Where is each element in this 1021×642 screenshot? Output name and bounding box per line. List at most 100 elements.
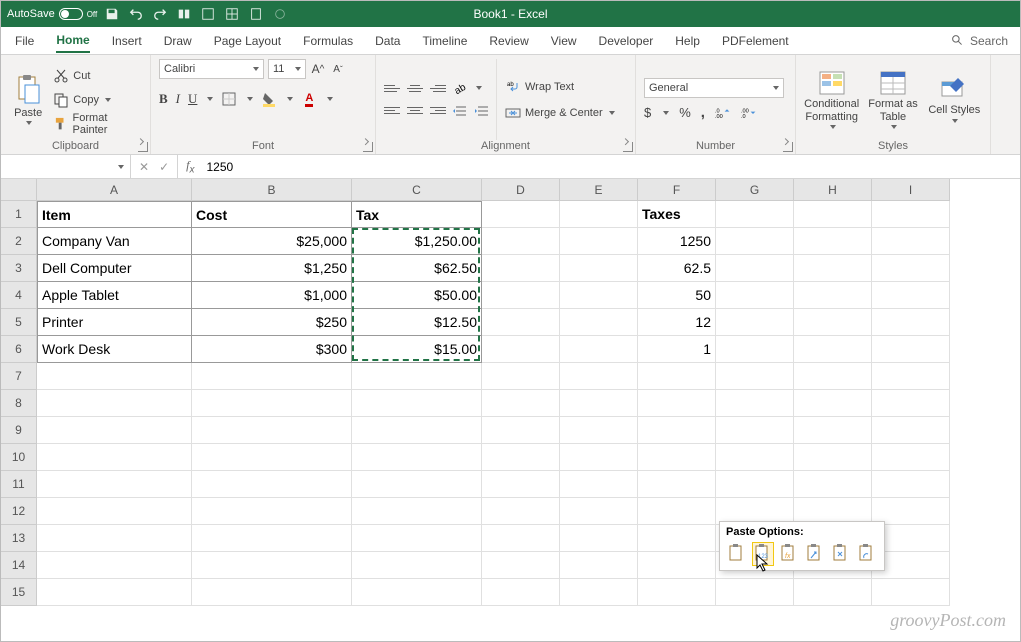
- cell-H8[interactable]: [794, 390, 872, 417]
- percent-button[interactable]: %: [679, 105, 691, 120]
- cell-I3[interactable]: [872, 255, 950, 282]
- tab-view[interactable]: View: [551, 30, 577, 52]
- cell-D13[interactable]: [482, 525, 560, 552]
- cell-G7[interactable]: [716, 363, 794, 390]
- tab-pdfelement[interactable]: PDFelement: [722, 30, 789, 52]
- cell-F13[interactable]: [638, 525, 716, 552]
- tab-draw[interactable]: Draw: [164, 30, 192, 52]
- align-right[interactable]: [428, 104, 446, 118]
- align-center[interactable]: [406, 104, 424, 118]
- cell-C10[interactable]: [352, 444, 482, 471]
- cell-styles-button[interactable]: Cell Styles: [927, 76, 982, 122]
- cell-I6[interactable]: [872, 336, 950, 363]
- cell-C8[interactable]: [352, 390, 482, 417]
- row-header-9[interactable]: 9: [1, 417, 37, 444]
- comma-button[interactable]: ,: [701, 104, 705, 121]
- cell-B9[interactable]: [192, 417, 352, 444]
- cell-E12[interactable]: [560, 498, 638, 525]
- qat-icon-2[interactable]: [201, 7, 215, 21]
- row-header-6[interactable]: 6: [1, 336, 37, 363]
- cell-C11[interactable]: [352, 471, 482, 498]
- increase-font-icon[interactable]: A^: [310, 61, 326, 77]
- number-format-combo[interactable]: General: [644, 78, 784, 98]
- cell-E2[interactable]: [560, 228, 638, 255]
- align-top-left[interactable]: [384, 82, 402, 96]
- column-header-A[interactable]: A: [37, 179, 192, 201]
- cell-A10[interactable]: [37, 444, 192, 471]
- cell-A15[interactable]: [37, 579, 192, 606]
- cell-F11[interactable]: [638, 471, 716, 498]
- tab-developer[interactable]: Developer: [599, 30, 654, 52]
- alignment-dialog-launcher[interactable]: [623, 142, 633, 152]
- copy-button[interactable]: Copy: [53, 90, 142, 110]
- cell-D1[interactable]: [482, 201, 560, 228]
- cell-C14[interactable]: [352, 552, 482, 579]
- cell-A6[interactable]: Work Desk: [37, 336, 192, 363]
- qat-icon-4[interactable]: [249, 7, 263, 21]
- cell-H15[interactable]: [794, 579, 872, 606]
- row-header-8[interactable]: 8: [1, 390, 37, 417]
- cell-I9[interactable]: [872, 417, 950, 444]
- cell-H9[interactable]: [794, 417, 872, 444]
- qat-icon-5[interactable]: [273, 7, 287, 21]
- column-header-E[interactable]: E: [560, 179, 638, 201]
- cell-F7[interactable]: [638, 363, 716, 390]
- row-header-1[interactable]: 1: [1, 201, 37, 228]
- row-header-2[interactable]: 2: [1, 228, 37, 255]
- paste-option-formatting[interactable]: [830, 542, 852, 566]
- cell-C15[interactable]: [352, 579, 482, 606]
- cell-E15[interactable]: [560, 579, 638, 606]
- search-box[interactable]: Search: [951, 34, 1008, 48]
- cell-C13[interactable]: [352, 525, 482, 552]
- row-header-5[interactable]: 5: [1, 309, 37, 336]
- cell-B3[interactable]: $1,250: [192, 255, 352, 282]
- row-header-3[interactable]: 3: [1, 255, 37, 282]
- font-dialog-launcher[interactable]: [363, 142, 373, 152]
- align-left[interactable]: [384, 104, 402, 118]
- cell-F10[interactable]: [638, 444, 716, 471]
- cell-E9[interactable]: [560, 417, 638, 444]
- conditional-formatting-button[interactable]: Conditional Formatting: [804, 70, 859, 128]
- column-header-D[interactable]: D: [482, 179, 560, 201]
- qat-icon-3[interactable]: [225, 7, 239, 21]
- column-header-B[interactable]: B: [192, 179, 352, 201]
- cell-H6[interactable]: [794, 336, 872, 363]
- tab-timeline[interactable]: Timeline: [422, 30, 467, 52]
- cell-F4[interactable]: 50: [638, 282, 716, 309]
- paste-option-link[interactable]: [856, 542, 878, 566]
- cell-D2[interactable]: [482, 228, 560, 255]
- underline-button[interactable]: U: [188, 91, 197, 107]
- column-header-I[interactable]: I: [872, 179, 950, 201]
- cell-F3[interactable]: 62.5: [638, 255, 716, 282]
- paste-button[interactable]: Paste: [9, 59, 47, 140]
- cell-B11[interactable]: [192, 471, 352, 498]
- cell-H3[interactable]: [794, 255, 872, 282]
- italic-button[interactable]: I: [176, 91, 180, 107]
- cell-D8[interactable]: [482, 390, 560, 417]
- cell-B6[interactable]: $300: [192, 336, 352, 363]
- cell-B13[interactable]: [192, 525, 352, 552]
- cell-C12[interactable]: [352, 498, 482, 525]
- cell-D3[interactable]: [482, 255, 560, 282]
- cell-A9[interactable]: [37, 417, 192, 444]
- cell-E14[interactable]: [560, 552, 638, 579]
- paste-option-formulas[interactable]: fx: [778, 542, 800, 566]
- row-header-7[interactable]: 7: [1, 363, 37, 390]
- tab-review[interactable]: Review: [489, 30, 528, 52]
- cell-B7[interactable]: [192, 363, 352, 390]
- cell-E8[interactable]: [560, 390, 638, 417]
- row-header-14[interactable]: 14: [1, 552, 37, 579]
- column-header-F[interactable]: F: [638, 179, 716, 201]
- row-header-11[interactable]: 11: [1, 471, 37, 498]
- cell-C4[interactable]: $50.00: [352, 282, 482, 309]
- merge-center-button[interactable]: Merge & Center: [505, 103, 615, 123]
- autosave-toggle[interactable]: AutoSave Off: [7, 8, 97, 20]
- cell-A3[interactable]: Dell Computer: [37, 255, 192, 282]
- cell-B14[interactable]: [192, 552, 352, 579]
- row-header-4[interactable]: 4: [1, 282, 37, 309]
- cell-E4[interactable]: [560, 282, 638, 309]
- cell-G5[interactable]: [716, 309, 794, 336]
- cell-D15[interactable]: [482, 579, 560, 606]
- cell-B8[interactable]: [192, 390, 352, 417]
- cell-I10[interactable]: [872, 444, 950, 471]
